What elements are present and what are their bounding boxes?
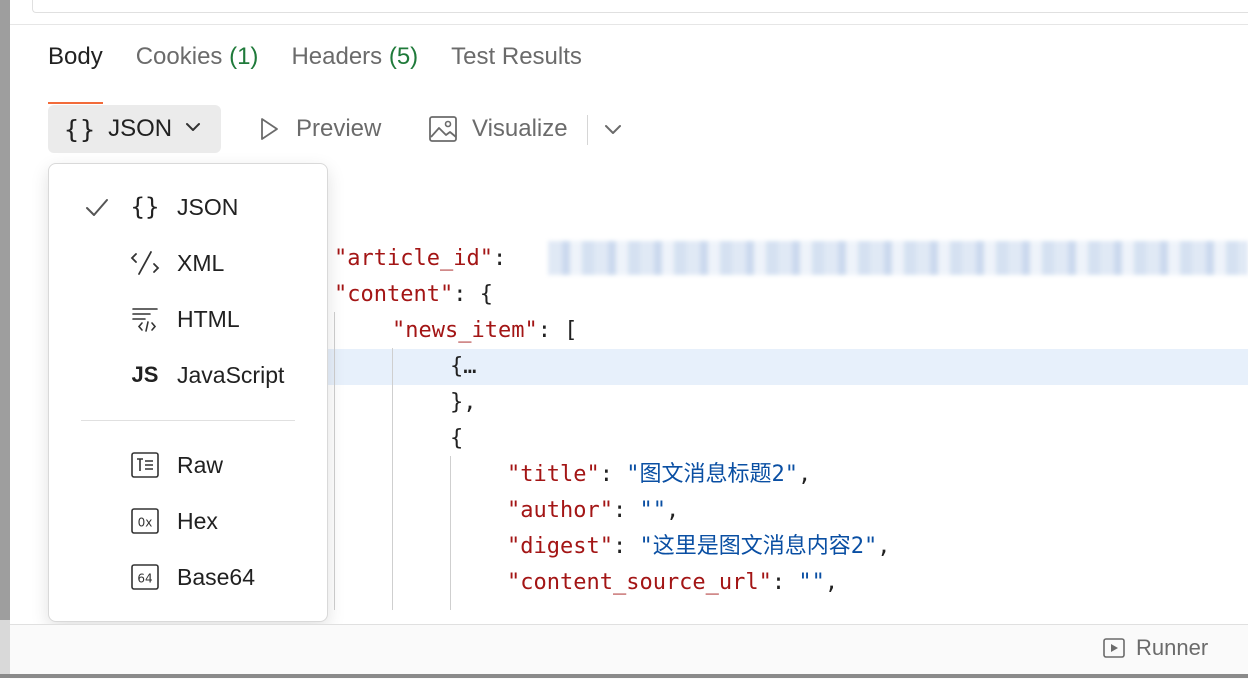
json-key: "news_item" [392, 318, 538, 343]
tab-cookies-count: (1) [229, 43, 259, 70]
json-key: "digest" [507, 534, 613, 559]
runner-play-icon [1102, 636, 1126, 660]
format-option-label: Hex [177, 507, 218, 534]
code-line-open: { [450, 421, 463, 457]
code-line-collapsed-object[interactable]: {… [450, 349, 477, 385]
window-bottom-edge [0, 674, 1248, 678]
tab-cookies-label: Cookies [135, 43, 223, 70]
raw-icon [129, 449, 161, 481]
redacted-value [548, 241, 1248, 275]
tab-body-label: Body [48, 43, 103, 70]
chevron-down-icon [182, 116, 204, 143]
json-string: "这里是图文消息内容2" [639, 534, 878, 559]
code-line-content: "content": { [334, 282, 493, 307]
format-option-javascript[interactable]: JS JavaScript [49, 350, 327, 400]
json-string: "图文消息标题2" [626, 462, 798, 487]
indent-guide [334, 312, 335, 610]
code-line-digest: "digest": "这里是图文消息内容2", [507, 534, 891, 559]
svg-text:64: 64 [137, 572, 152, 586]
json-key: "article_id" [334, 246, 493, 271]
tab-headers-count: (5) [388, 43, 419, 70]
checkmark-icon [83, 193, 111, 221]
visualize-button[interactable]: Visualize [428, 105, 568, 153]
tab-body[interactable]: Body [48, 40, 103, 104]
close-brace: }, [450, 390, 477, 415]
tab-headers-label: Headers [291, 43, 383, 70]
code-line-article-id: "article_id": [334, 246, 520, 271]
image-icon [428, 115, 458, 143]
menu-divider [81, 420, 295, 421]
svg-text:0x: 0x [138, 516, 153, 530]
format-option-json[interactable]: {} JSON [49, 182, 327, 232]
format-option-label: JSON [177, 193, 239, 220]
html-icon [129, 303, 161, 335]
code-line-author: "author": "", [507, 498, 680, 523]
format-option-html[interactable]: HTML [49, 294, 327, 344]
tab-headers[interactable]: Headers (5) [291, 40, 418, 90]
js-icon: JS [131, 362, 159, 387]
preview-label: Preview [296, 115, 382, 142]
format-option-hex[interactable]: 0x Hex [49, 496, 327, 546]
code-line-title: "title": "图文消息标题2", [507, 462, 812, 487]
open-brace: { [450, 426, 464, 451]
tab-cookies[interactable]: Cookies (1) [136, 40, 259, 90]
play-icon [256, 116, 282, 142]
json-key: "content_source_url" [507, 570, 772, 595]
collapsed-object[interactable]: {… [450, 354, 477, 379]
indent-guide [450, 456, 451, 610]
more-options-chevron-icon[interactable] [601, 117, 625, 141]
response-toolbar: {} JSON Preview Visualize [48, 105, 1238, 153]
format-option-label: Base64 [177, 563, 256, 590]
format-option-label: Raw [177, 451, 224, 478]
braces-icon: {} [130, 193, 160, 221]
format-option-base64[interactable]: 64 Base64 [49, 552, 327, 602]
format-dropdown-menu: {} JSON XML HTML JS JavaScript Raw 0x He… [48, 163, 328, 622]
json-key: "content" [334, 282, 454, 307]
code-line-source-url: "content_source_url": "", [507, 570, 839, 595]
format-select-button[interactable]: {} JSON [48, 105, 221, 153]
request-panel-edge [10, 0, 1248, 25]
format-option-raw[interactable]: Raw [49, 440, 327, 490]
hex-icon: 0x [129, 505, 161, 537]
runner-button[interactable]: Runner [1102, 635, 1208, 661]
status-footer: Runner [10, 624, 1248, 679]
request-editor-border [32, 0, 1248, 13]
runner-label: Runner [1136, 635, 1209, 660]
tab-test-results-label: Test Results [451, 43, 582, 70]
format-option-xml[interactable]: XML [49, 238, 327, 288]
toolbar-divider [587, 115, 588, 145]
response-tabs: Body Cookies (1) Headers (5) Test Result… [48, 40, 615, 104]
format-select-label: JSON [108, 115, 173, 142]
json-string: "" [798, 570, 825, 595]
left-rail-footer [0, 620, 10, 678]
json-key: "author" [507, 498, 613, 523]
tab-test-results[interactable]: Test Results [451, 40, 582, 90]
code-line-news-item: "news_item": [ [392, 318, 578, 343]
base64-icon: 64 [129, 561, 161, 593]
braces-icon: {} [64, 114, 97, 144]
xml-icon [129, 247, 161, 279]
format-option-label: XML [177, 249, 225, 276]
visualize-label: Visualize [472, 115, 568, 142]
format-option-label: JavaScript [177, 361, 285, 388]
format-option-label: HTML [177, 305, 240, 332]
preview-button[interactable]: Preview [256, 105, 381, 153]
code-line-close: }, [450, 385, 477, 421]
indent-guide [392, 348, 393, 610]
json-key: "title" [507, 462, 600, 487]
json-string: "" [639, 498, 666, 523]
